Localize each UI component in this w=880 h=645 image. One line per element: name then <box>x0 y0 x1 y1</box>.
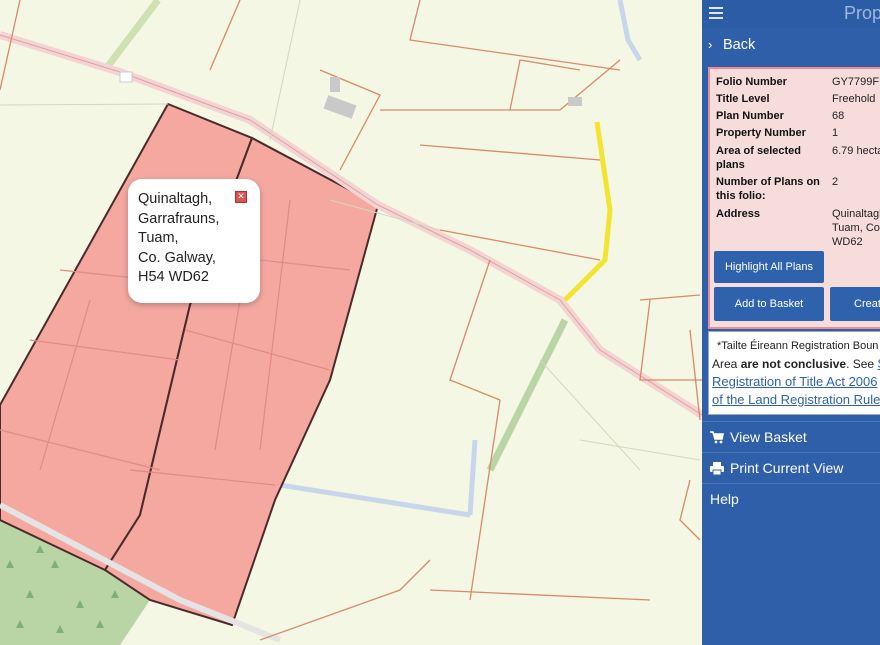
notice-text: *Tailte Éireann Registration Boun <box>717 340 879 352</box>
detail-value: Tuam, Co. <box>832 222 880 234</box>
nav-label: View Basket <box>730 429 807 445</box>
detail-label: Area of selected <box>716 145 801 157</box>
nav-label: Help <box>710 491 739 507</box>
detail-label: this folio: <box>716 190 766 202</box>
detail-label: Folio Number <box>716 76 787 88</box>
detail-value: 2 <box>832 176 839 188</box>
print-icon <box>710 462 724 475</box>
detail-label: Number of Plans on <box>716 176 820 188</box>
panel-header: Prop <box>702 0 880 28</box>
detail-label: Title Level <box>716 93 770 105</box>
detail-value: Quinaltagh <box>832 208 880 220</box>
detail-value: Freehold <box>832 93 876 105</box>
add-to-basket-button[interactable]: Add to Basket <box>714 287 824 321</box>
popup-address: Quinaltagh, Garrafrauns, Tuam, Co. Galwa… <box>138 190 219 288</box>
popup-address-line: H54 WD62 <box>138 269 209 285</box>
back-label: Back <box>723 37 756 53</box>
property-details: Folio Number GY7799F Title Level Freehol… <box>708 67 880 329</box>
nav-label: Print Current View <box>730 460 844 476</box>
notice-text: Area are not conclusive. See Se <box>712 356 880 372</box>
close-icon[interactable]: ✕ <box>235 191 247 203</box>
detail-label: Address <box>716 208 761 220</box>
detail-label: Plan Number <box>716 110 784 122</box>
create-button[interactable]: Creat <box>830 287 880 321</box>
highlight-all-plans-button[interactable]: Highlight All Plans <box>714 251 824 283</box>
map-view[interactable]: Quinaltagh, Garrafrauns, Tuam, Co. Galwa… <box>0 0 702 645</box>
hamburger-menu-icon[interactable] <box>709 7 723 19</box>
cart-icon <box>710 431 724 444</box>
detail-value: GY7799F <box>832 76 880 88</box>
popup-address-line: Tuam, <box>138 230 179 246</box>
side-panel: Prop › Back Folio Number GY7799F Title L… <box>702 0 880 645</box>
view-basket-link[interactable]: View Basket <box>702 421 880 452</box>
detail-label: plans <box>716 159 745 171</box>
detail-value: 68 <box>832 110 845 122</box>
detail-value: 6.79 hecta <box>832 145 880 157</box>
detail-value: WD62 <box>832 236 863 248</box>
chevron-right-icon: › <box>708 37 713 52</box>
panel-title: Prop <box>844 3 880 23</box>
detail-value: 1 <box>832 127 839 139</box>
back-button[interactable]: › Back <box>702 30 880 60</box>
detail-label: Property Number <box>716 127 806 139</box>
map-canvas[interactable] <box>0 0 702 645</box>
notice-link[interactable]: Registration of Title Act 2006 <box>712 374 877 390</box>
registration-notice: *Tailte Éireann Registration Boun Area a… <box>708 331 880 415</box>
popup-address-line: Quinaltagh, <box>138 191 213 207</box>
notice-link[interactable]: of the Land Registration Rule <box>712 392 880 408</box>
address-popup: Quinaltagh, Garrafrauns, Tuam, Co. Galwa… <box>128 179 260 303</box>
popup-address-line: Co. Galway, <box>138 249 216 266</box>
print-current-view-link[interactable]: Print Current View <box>702 452 880 483</box>
popup-address-line: Garrafrauns, <box>138 210 220 227</box>
help-link[interactable]: Help <box>702 483 880 514</box>
